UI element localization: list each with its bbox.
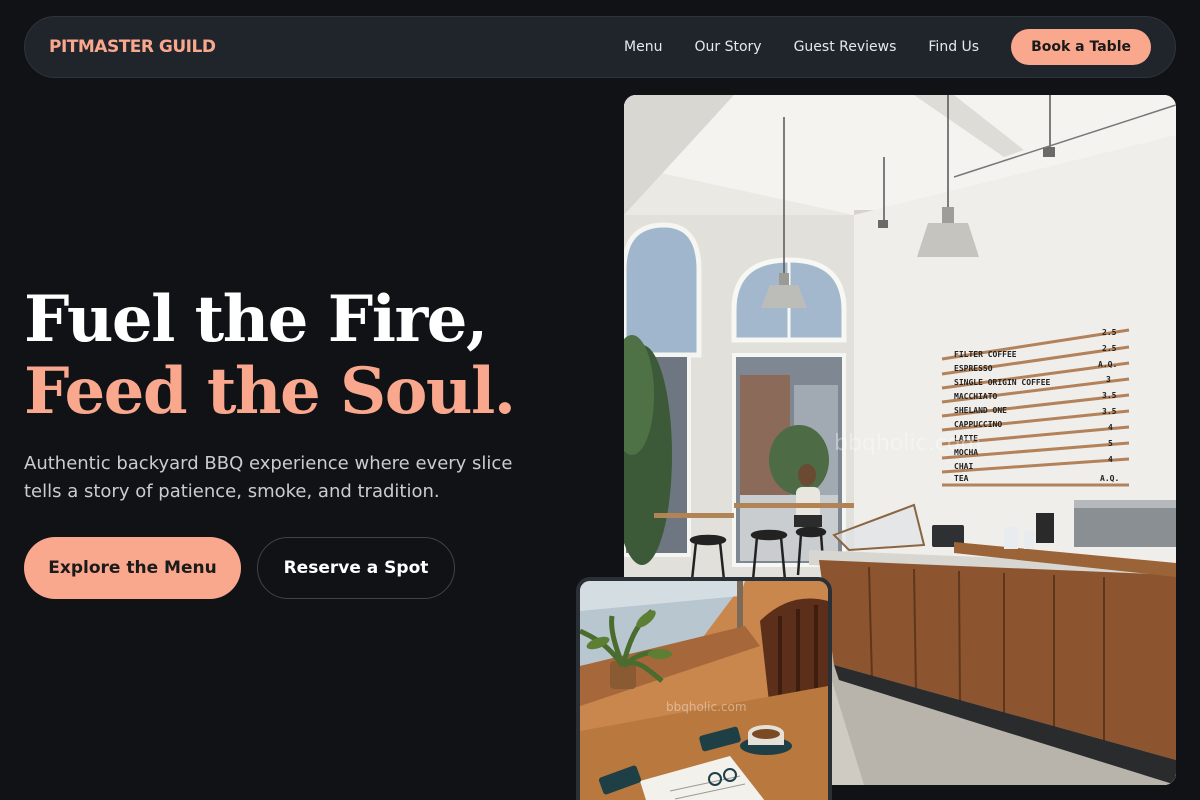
brand-logo[interactable]: PITMASTER GUILD <box>49 37 216 57</box>
photo-watermark: bbqholic.com <box>834 431 982 456</box>
hero-title-line1: Fuel the Fire, <box>24 282 488 357</box>
menu-price-3: 3 <box>1106 375 1111 384</box>
nav-links: Menu Our Story Guest Reviews Find Us <box>624 39 979 55</box>
menu-item-8: CHAI <box>954 462 973 471</box>
menu-item-0: FILTER COFFEE <box>954 350 1017 359</box>
small-photo-watermark: bbqholic.com <box>666 700 747 714</box>
hero-title-line2: Feed the Soul. <box>24 354 516 429</box>
menu-price-5: 3.5 <box>1102 407 1117 416</box>
menu-item-1: ESPRESSO <box>954 364 993 373</box>
reserve-spot-button[interactable]: Reserve a Spot <box>257 537 455 599</box>
coffee-table-photo: bbqholic.com <box>576 577 832 800</box>
hero-subtitle: Authentic backyard BBQ experience where … <box>24 453 513 502</box>
menu-price-6: 4 <box>1108 423 1113 432</box>
nav-link-guest-reviews[interactable]: Guest Reviews <box>794 39 897 55</box>
menu-item-4: SHELAND ONE <box>954 406 1007 415</box>
nav-link-our-story[interactable]: Our Story <box>694 39 761 55</box>
menu-price-9: A.Q. <box>1100 474 1119 483</box>
hero-title: Fuel the Fire, Feed the Soul. <box>24 282 516 429</box>
menu-price-0: 2.5 <box>1102 328 1117 337</box>
menu-price-8: 4 <box>1108 455 1113 464</box>
nav-link-menu[interactable]: Menu <box>624 39 662 55</box>
menu-price-4: 3.5 <box>1102 391 1117 400</box>
book-table-button[interactable]: Book a Table <box>1011 29 1151 65</box>
explore-menu-button[interactable]: Explore the Menu <box>24 537 241 599</box>
menu-price-1: 2.5 <box>1102 344 1117 353</box>
menu-price-7: 5 <box>1108 439 1113 448</box>
menu-item-2: SINGLE ORIGIN COFFEE <box>954 378 1051 387</box>
menu-item-5: CAPPUCCINO <box>954 420 1002 429</box>
navbar: PITMASTER GUILD Menu Our Story Guest Rev… <box>24 16 1176 78</box>
menu-price-2: A.Q. <box>1098 360 1117 369</box>
nav-link-find-us[interactable]: Find Us <box>928 39 979 55</box>
menu-item-3: MACCHIATO <box>954 392 998 401</box>
menu-item-9: TEA <box>954 474 969 483</box>
